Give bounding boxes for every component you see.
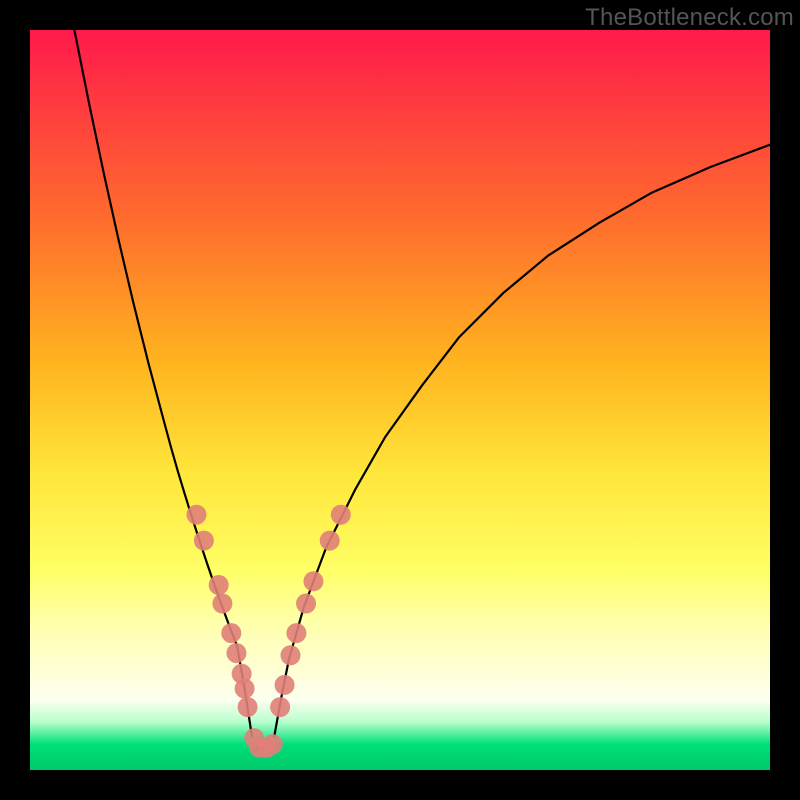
marker-dot: [187, 505, 207, 525]
marker-dot: [235, 679, 255, 699]
plot-area: [30, 30, 770, 770]
marker-dot: [270, 697, 290, 717]
gradient-background: [30, 30, 770, 770]
marker-dot: [331, 505, 351, 525]
marker-dot: [263, 734, 283, 754]
marker-dot: [275, 675, 295, 695]
marker-dot: [238, 697, 258, 717]
marker-dot: [303, 571, 323, 591]
marker-dot: [209, 575, 229, 595]
marker-dot: [212, 594, 232, 614]
marker-dot: [296, 594, 316, 614]
watermark-text: TheBottleneck.com: [585, 4, 794, 32]
marker-dot: [280, 645, 300, 665]
chart-svg: [30, 30, 770, 770]
marker-dot: [226, 643, 246, 663]
marker-dot: [320, 531, 340, 551]
marker-dot: [286, 623, 306, 643]
outer-frame: TheBottleneck.com: [0, 0, 800, 800]
marker-dot: [221, 623, 241, 643]
marker-dot: [194, 531, 214, 551]
